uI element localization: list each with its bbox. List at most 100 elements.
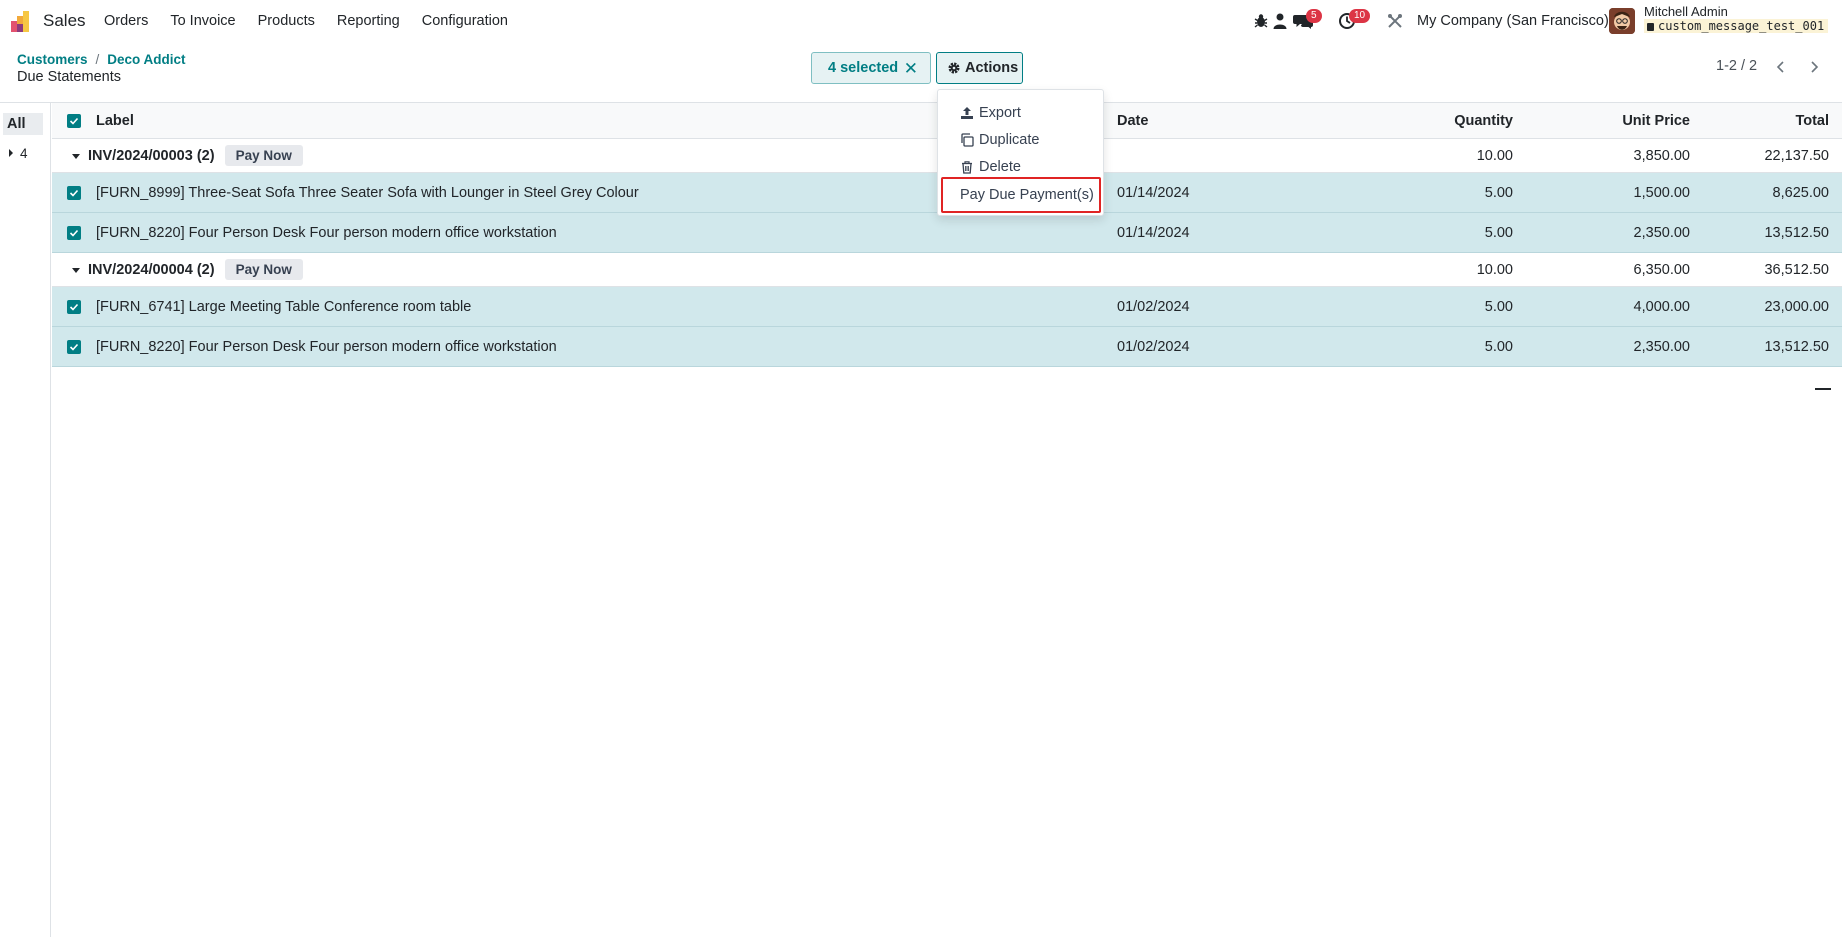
- row-date: 01/02/2024: [1117, 298, 1190, 315]
- avatar-face-icon: [1609, 8, 1635, 34]
- action-export-label: Export: [979, 105, 1021, 121]
- breadcrumb-customers[interactable]: Customers: [17, 52, 88, 67]
- row-quantity: 5.00: [1484, 298, 1513, 315]
- row-total: 13,512.50: [1764, 338, 1829, 355]
- chevron-left-icon: [1776, 61, 1784, 73]
- menu-orders[interactable]: Orders: [93, 0, 159, 43]
- group-row[interactable]: INV/2024/00004 (2) Pay Now 10.00 6,350.0…: [52, 253, 1842, 287]
- row-total: 23,000.00: [1764, 298, 1829, 315]
- column-header-total[interactable]: Total: [1692, 103, 1829, 138]
- checkmark-icon: [69, 189, 79, 197]
- group-name: INV/2024/00003 (2): [88, 147, 215, 164]
- pager-previous-button[interactable]: [1766, 52, 1796, 82]
- trash-icon: [962, 161, 972, 174]
- user-avatar[interactable]: [1609, 8, 1635, 34]
- breadcrumb-deco-addict[interactable]: Deco Addict: [107, 52, 185, 67]
- row-date: 01/14/2024: [1117, 224, 1190, 241]
- table-row[interactable]: [FURN_6741] Large Meeting Table Conferen…: [52, 287, 1842, 327]
- user-icon[interactable]: [1271, 12, 1289, 30]
- group-quantity: 10.00: [1476, 147, 1513, 164]
- sales-app-logo-icon[interactable]: [10, 9, 34, 33]
- row-label: [FURN_8999] Three-Seat Sofa Three Seater…: [96, 184, 639, 201]
- checkmark-icon: [69, 343, 79, 351]
- row-quantity: 5.00: [1484, 338, 1513, 355]
- row-date: 01/02/2024: [1117, 338, 1190, 355]
- optional-columns-toggle-icon[interactable]: [1815, 388, 1831, 390]
- column-header-quantity[interactable]: Quantity: [1302, 103, 1513, 138]
- database-name: custom_message_test_001: [1644, 19, 1829, 33]
- pager-value[interactable]: 1-2 / 2: [1716, 58, 1757, 74]
- copy-icon: [961, 133, 974, 147]
- user-name[interactable]: Mitchell Admin: [1644, 4, 1728, 19]
- pager-next-button[interactable]: [1799, 52, 1829, 82]
- selection-count-label: 4 selected: [828, 60, 899, 76]
- column-header-label[interactable]: Label: [96, 103, 134, 138]
- search-panel-all[interactable]: All: [3, 113, 43, 135]
- actions-button-label: Actions: [965, 60, 1019, 76]
- main-menu: Orders To Invoice Products Reporting Con…: [93, 0, 519, 43]
- database-name-text: custom_message_test_001: [1658, 19, 1825, 33]
- row-checkbox[interactable]: [67, 340, 81, 354]
- checkmark-icon: [69, 229, 79, 237]
- column-header-date[interactable]: Date: [1117, 103, 1148, 138]
- row-label: [FURN_8220] Four Person Desk Four person…: [96, 338, 557, 355]
- row-unit-price: 4,000.00: [1633, 298, 1690, 315]
- row-checkbox[interactable]: [67, 300, 81, 314]
- column-header-unit-price[interactable]: Unit Price: [1512, 103, 1690, 138]
- search-panel-item[interactable]: 4: [20, 146, 28, 161]
- selection-counter: 4 selected ✕: [811, 52, 931, 84]
- menu-to-invoice[interactable]: To Invoice: [159, 0, 246, 43]
- table-row[interactable]: [FURN_8220] Four Person Desk Four person…: [52, 213, 1842, 253]
- activities-badge: 10: [1349, 9, 1371, 23]
- checkmark-icon: [69, 303, 79, 311]
- group-name: INV/2024/00004 (2): [88, 261, 215, 278]
- row-total: 8,625.00: [1772, 184, 1829, 201]
- row-date: 01/14/2024: [1117, 184, 1190, 201]
- row-label: [FURN_6741] Large Meeting Table Conferen…: [96, 298, 472, 315]
- search-panel: All 4: [0, 103, 51, 937]
- group-unit-price: 6,350.00: [1633, 261, 1690, 278]
- tools-icon[interactable]: [1386, 12, 1404, 30]
- menu-configuration[interactable]: Configuration: [411, 0, 519, 43]
- action-pay-due-payments[interactable]: Pay Due Payment(s): [941, 177, 1101, 213]
- action-duplicate-label: Duplicate: [979, 132, 1040, 148]
- menu-products[interactable]: Products: [247, 0, 326, 43]
- row-checkbox[interactable]: [67, 186, 81, 200]
- table-row[interactable]: [FURN_8220] Four Person Desk Four person…: [52, 327, 1842, 367]
- top-navbar: Sales Orders To Invoice Products Reporti…: [0, 0, 1842, 43]
- unselect-all-close-icon[interactable]: ✕: [904, 59, 918, 79]
- actions-dropdown-menu: Export Duplicate Delete Pay Due Payment(…: [937, 89, 1104, 216]
- row-unit-price: 2,350.00: [1633, 224, 1690, 241]
- company-switcher[interactable]: My Company (San Francisco): [1417, 13, 1609, 29]
- row-unit-price: 2,350.00: [1633, 338, 1690, 355]
- group-total: 22,137.50: [1764, 147, 1829, 164]
- menu-reporting[interactable]: Reporting: [326, 0, 411, 43]
- row-unit-price: 1,500.00: [1633, 184, 1690, 201]
- action-delete-label: Delete: [979, 159, 1021, 175]
- messages-badge: 5: [1306, 9, 1322, 23]
- row-checkbox[interactable]: [67, 226, 81, 240]
- bug-icon[interactable]: [1252, 12, 1270, 30]
- page-title: Due Statements: [17, 69, 121, 85]
- select-all-checkbox[interactable]: [67, 114, 81, 128]
- app-name[interactable]: Sales: [43, 11, 86, 31]
- caret-down-icon: [72, 268, 80, 273]
- chevron-right-icon: [1811, 61, 1819, 73]
- pay-now-button[interactable]: Pay Now: [224, 259, 303, 280]
- pay-now-button[interactable]: Pay Now: [224, 145, 303, 166]
- gear-icon: [948, 62, 960, 74]
- group-total: 36,512.50: [1764, 261, 1829, 278]
- breadcrumb-separator: /: [95, 52, 100, 67]
- breadcrumb: Customers / Deco Addict: [17, 52, 186, 67]
- actions-button[interactable]: Actions: [936, 52, 1023, 84]
- group-quantity: 10.00: [1476, 261, 1513, 278]
- upload-icon: [961, 107, 973, 119]
- row-label: [FURN_8220] Four Person Desk Four person…: [96, 224, 557, 241]
- row-quantity: 5.00: [1484, 184, 1513, 201]
- caret-down-icon: [72, 154, 80, 159]
- action-duplicate[interactable]: Duplicate: [938, 127, 1105, 153]
- checkmark-icon: [69, 117, 79, 125]
- caret-right-icon[interactable]: [8, 148, 14, 158]
- group-unit-price: 3,850.00: [1633, 147, 1690, 164]
- action-export[interactable]: Export: [938, 100, 1105, 126]
